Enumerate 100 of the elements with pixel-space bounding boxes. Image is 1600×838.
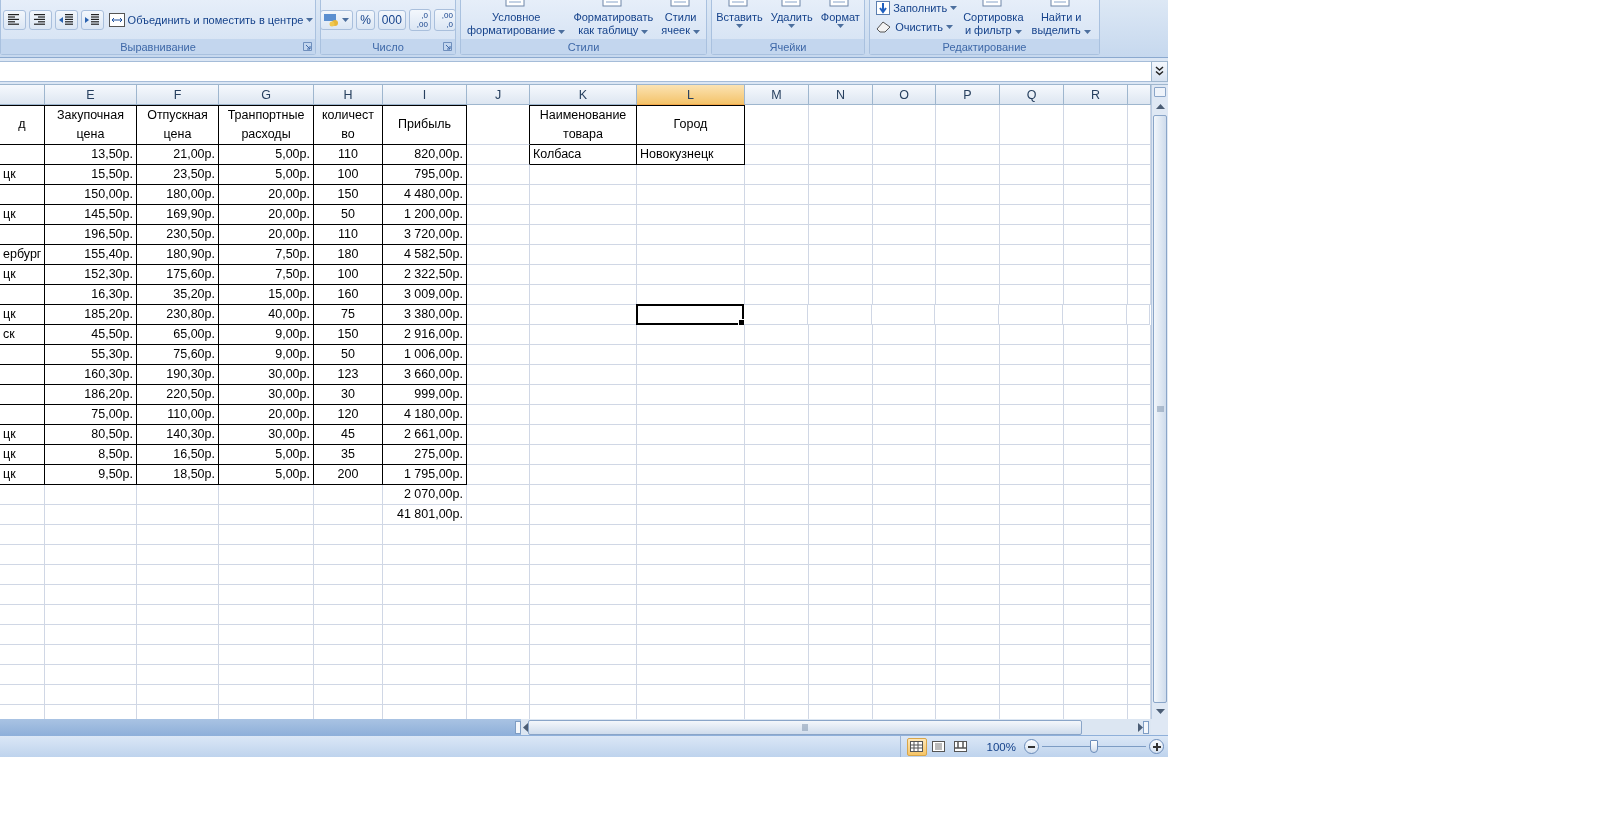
column-header[interactable]: I <box>383 85 467 105</box>
table-cell: 2 661,00р. <box>383 425 467 445</box>
group-label: Число <box>372 40 404 53</box>
table-cell: 2 070,00р. <box>383 485 467 505</box>
column-header[interactable]: H <box>314 85 383 105</box>
table-cell: 110,00р. <box>137 405 219 425</box>
table-cell: 160 <box>314 285 383 305</box>
header-cell: Город <box>637 105 745 145</box>
table-cell: Колбаса <box>530 145 637 165</box>
table-cell: 30,00р. <box>219 365 314 385</box>
table-cell: 15,00р. <box>219 285 314 305</box>
column-header[interactable]: J <box>467 85 530 105</box>
table-cell: 2 916,00р. <box>383 325 467 345</box>
table-cell: 820,00р. <box>383 145 467 165</box>
ribbon-button[interactable]: Форматировать как таблицу <box>571 0 656 39</box>
table-cell: 4 180,00р. <box>383 405 467 425</box>
table-cell: 18,50р. <box>137 465 219 485</box>
column-header[interactable]: O <box>873 85 936 105</box>
table-cell: 145,50р. <box>45 205 137 225</box>
table-cell: 3 660,00р. <box>383 365 467 385</box>
table-cell: 150 <box>314 325 383 345</box>
table-cell: Новокузнецк <box>637 145 745 165</box>
table-cell: 150 <box>314 185 383 205</box>
group-label: Ячейки <box>769 40 807 53</box>
table-cell: 20,00р. <box>219 225 314 245</box>
table-cell: 50 <box>314 205 383 225</box>
column-header[interactable]: L <box>637 85 745 105</box>
table-cell: 180 <box>314 245 383 265</box>
clear-button[interactable]: Очистить <box>876 20 958 33</box>
ribbon-button[interactable]: Сортировка и фильтр <box>961 0 1026 39</box>
ribbon-button[interactable]: Условное форматирование <box>465 0 568 39</box>
table-cell: 45,50р. <box>45 325 137 345</box>
table-cell: 9,50р. <box>45 465 137 485</box>
table-cell: 999,00р. <box>383 385 467 405</box>
table-cell: 2 322,50р. <box>383 265 467 285</box>
table-cell: 169,90р. <box>137 205 219 225</box>
decimal-places-button[interactable]: ,0 ,00 <box>408 8 431 31</box>
table-cell: 75 <box>314 305 383 325</box>
table-cell: 120 <box>314 405 383 425</box>
table-cell: 50 <box>314 345 383 365</box>
table-cell: 65,00р. <box>137 325 219 345</box>
column-header[interactable]: Q <box>1000 85 1064 105</box>
table-cell: 8,50р. <box>45 445 137 465</box>
table-cell: 5,00р. <box>219 465 314 485</box>
column-header[interactable]: R <box>1064 85 1128 105</box>
group-label: Редактирование <box>942 40 1027 53</box>
table-cell: 1 006,00р. <box>383 345 467 365</box>
table-cell: цк <box>0 165 45 185</box>
table-cell: 110 <box>314 225 383 245</box>
table-cell: 1 200,00р. <box>383 205 467 225</box>
merge-center-button[interactable]: Объединить и поместить в центре <box>108 12 314 27</box>
table-cell: цк <box>0 205 45 225</box>
table-cell: 3 009,00р. <box>383 285 467 305</box>
table-cell: цк <box>0 425 45 445</box>
table-cell: 140,30р. <box>137 425 219 445</box>
group-label: Стили <box>567 40 600 53</box>
table-cell: 185,20р. <box>45 305 137 325</box>
column-header[interactable]: E <box>45 85 137 105</box>
table-cell: 100 <box>314 165 383 185</box>
table-cell: цк <box>0 445 45 465</box>
header-cell: Транпортные расходы <box>219 105 314 145</box>
table-cell: 200 <box>314 465 383 485</box>
column-header[interactable]: G <box>219 85 314 105</box>
table-cell: 180,90р. <box>137 245 219 265</box>
table-cell: 13,50р. <box>45 145 137 165</box>
column-header[interactable]: K <box>530 85 637 105</box>
ribbon-button[interactable]: Вставить <box>714 0 765 39</box>
table-cell: 30,00р. <box>219 425 314 445</box>
table-cell: 20,00р. <box>219 205 314 225</box>
column-header[interactable]: P <box>936 85 1000 105</box>
table-cell: 30,00р. <box>219 385 314 405</box>
ribbon-button[interactable]: Найти и выделить <box>1029 0 1093 39</box>
table-cell: 80,50р. <box>45 425 137 445</box>
table-cell: 155,40р. <box>45 245 137 265</box>
number-format-button[interactable]: 000 <box>377 9 406 30</box>
table-cell: 3 380,00р. <box>383 305 467 325</box>
number-format-button[interactable]: % <box>356 9 375 30</box>
header-cell: количест во <box>314 105 383 145</box>
column-header[interactable]: M <box>745 85 809 105</box>
header-cell: д <box>0 105 45 145</box>
table-cell: 175,60р. <box>137 265 219 285</box>
decimal-places-button[interactable]: ,00 ,0 <box>433 8 455 31</box>
table-cell: 275,00р. <box>383 445 467 465</box>
ribbon-button[interactable]: Удалить <box>768 0 815 39</box>
ribbon-button[interactable]: Стили ячеек <box>659 0 702 39</box>
table-cell: 16,50р. <box>137 445 219 465</box>
ribbon-button[interactable]: Формат <box>818 0 862 39</box>
table-cell: 40,00р. <box>219 305 314 325</box>
table-cell: 795,00р. <box>383 165 467 185</box>
table-cell: 7,50р. <box>219 265 314 285</box>
header-cell: Отпускная цена <box>137 105 219 145</box>
column-header[interactable]: N <box>809 85 873 105</box>
fill-button[interactable]: Заполнить <box>876 0 958 15</box>
table-cell: 150,00р. <box>45 185 137 205</box>
column-header[interactable]: F <box>137 85 219 105</box>
table-cell: 4 480,00р. <box>383 185 467 205</box>
table-cell: 230,80р. <box>137 305 219 325</box>
table-cell: 1 795,00р. <box>383 465 467 485</box>
table-cell: 30 <box>314 385 383 405</box>
table-cell: 5,00р. <box>219 165 314 185</box>
